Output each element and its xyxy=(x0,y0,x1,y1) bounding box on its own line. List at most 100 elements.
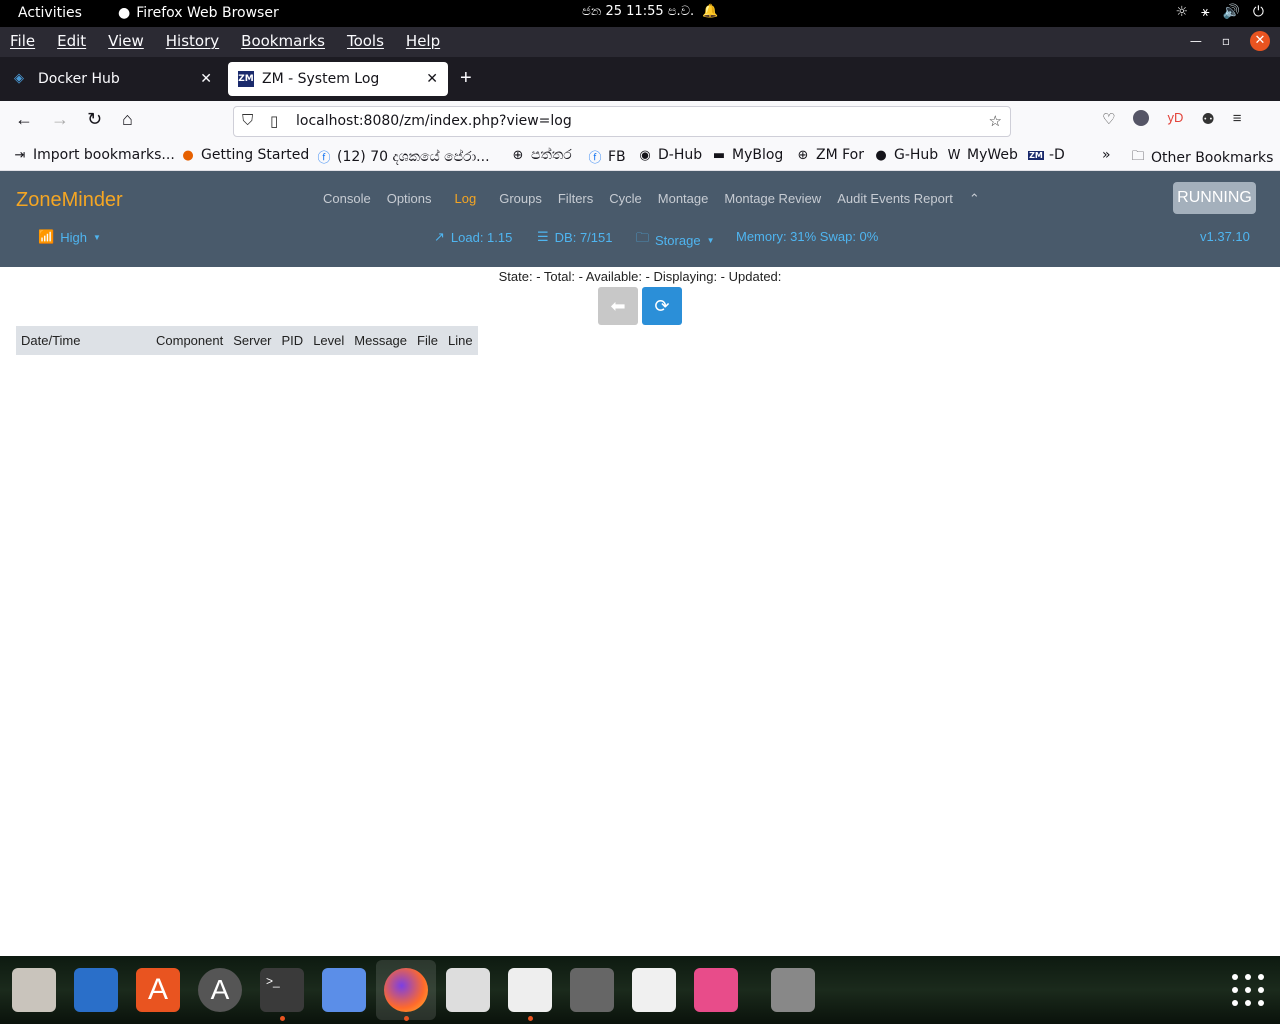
star-icon[interactable]: ☆ xyxy=(989,112,1002,130)
refresh-button[interactable]: ⟳ xyxy=(642,287,682,325)
url-text[interactable]: localhost:8080/zm/index.php?view=log xyxy=(296,113,572,129)
run-state-button[interactable]: RUNNING xyxy=(1173,182,1256,214)
software-updater-icon[interactable]: A xyxy=(198,968,242,1012)
bookmark-import[interactable]: ⇥ Import bookmarks... xyxy=(12,147,175,163)
document-scanner-icon[interactable] xyxy=(632,968,676,1012)
text-editor-icon[interactable] xyxy=(508,968,552,1012)
log-table: Date/Time Component Server PID Level Mes… xyxy=(16,326,478,355)
files-icon[interactable] xyxy=(12,968,56,1012)
bookmark-zm-for[interactable]: ⊕ ZM For xyxy=(795,147,864,163)
trash-icon[interactable] xyxy=(771,968,815,1012)
bookmark-fb[interactable]: ⓕ FB xyxy=(587,147,625,167)
new-tab-icon[interactable]: + xyxy=(460,67,472,90)
bookmark-g-hub[interactable]: ● G-Hub xyxy=(873,147,938,163)
nav-console[interactable]: Console xyxy=(323,191,371,207)
system-tray[interactable]: ☼ ⚹ 🔊 ⏻ xyxy=(1176,4,1264,20)
version-link[interactable]: v1.37.10 xyxy=(1200,229,1250,244)
storage-dropdown[interactable]: 🗀 Storage ▼ xyxy=(636,229,714,251)
bookmark-other[interactable]: 🗀 Other Bookmarks xyxy=(1130,147,1273,169)
writer-icon[interactable] xyxy=(74,968,118,1012)
chevron-up-icon[interactable]: ⌃ xyxy=(969,191,980,207)
network-icon: ⚹ xyxy=(1201,4,1210,20)
activities-button[interactable]: Activities xyxy=(18,5,82,21)
forward-icon[interactable]: → xyxy=(51,109,69,130)
bandwidth-dropdown[interactable]: 📶 High ▼ xyxy=(38,229,101,245)
nav-log[interactable]: Log xyxy=(455,191,477,207)
tab-close-icon[interactable]: ✕ xyxy=(426,71,438,87)
running-indicator xyxy=(280,1016,285,1021)
column-header-file[interactable]: File xyxy=(412,326,443,355)
screenshot-icon[interactable] xyxy=(322,968,366,1012)
page-icon[interactable]: ▯ xyxy=(270,112,278,130)
table-header-row: Date/Time Component Server PID Level Mes… xyxy=(16,326,478,355)
column-header-datetime[interactable]: Date/Time xyxy=(16,326,151,355)
bookmark-myblog[interactable]: ▬ MyBlog xyxy=(711,147,783,163)
menu-file[interactable]: File xyxy=(10,32,35,50)
tab-label: ZM - System Log xyxy=(262,71,380,87)
gimp-icon[interactable] xyxy=(570,968,614,1012)
menu-view[interactable]: View xyxy=(108,32,144,50)
app-menu[interactable]: ● Firefox Web Browser xyxy=(118,5,279,21)
software-center-icon[interactable]: A xyxy=(136,968,180,1012)
dock: A A >_ xyxy=(0,956,1280,1024)
menu-edit[interactable]: Edit xyxy=(57,32,86,50)
bookmark-myweb[interactable]: W MyWeb xyxy=(946,147,1018,163)
column-header-level[interactable]: Level xyxy=(308,326,350,355)
bookmark-zm-d[interactable]: ZM -D xyxy=(1028,147,1065,163)
db-stat: ☰ DB: 7/151 xyxy=(537,229,613,245)
menu-tools[interactable]: Tools xyxy=(347,32,384,50)
nav-audit-events-report[interactable]: Audit Events Report xyxy=(837,191,953,207)
show-apps-icon[interactable] xyxy=(1232,974,1264,1006)
brightness-icon: ☼ xyxy=(1175,4,1189,20)
tab-docker-hub[interactable]: ◈ Docker Hub ✕ xyxy=(4,62,222,96)
minimize-icon[interactable]: — xyxy=(1190,34,1202,48)
arrow-left-icon: ⬅ xyxy=(610,296,626,316)
volume-icon: 🔊 xyxy=(1222,4,1240,20)
docker-icon: ◈ xyxy=(14,71,24,86)
docker-icon: ◉ xyxy=(639,147,651,163)
reload-icon[interactable]: ↻ xyxy=(87,109,102,130)
bookmark-facebook-video[interactable]: ⓕ (12) 70 දශකයේ පේරා... xyxy=(316,147,489,167)
home-icon[interactable]: ⌂ xyxy=(122,109,133,130)
menu-history[interactable]: History xyxy=(166,32,219,50)
url-bar[interactable]: ⛉ ▯ localhost:8080/zm/index.php?view=log… xyxy=(233,106,1011,137)
firefox-icon[interactable] xyxy=(384,968,428,1012)
extension-label[interactable]: yD xyxy=(1167,110,1183,128)
column-header-pid[interactable]: PID xyxy=(276,326,309,355)
nav-options[interactable]: Options xyxy=(387,191,432,207)
tab-close-icon[interactable]: ✕ xyxy=(200,71,212,87)
usb-creator-icon[interactable] xyxy=(694,968,738,1012)
bookmark-paththara[interactable]: ⊕ පත්තර xyxy=(510,147,572,163)
memory-stat: Memory: 31% Swap: 0% xyxy=(736,229,879,244)
hamburger-menu-icon[interactable]: ≡ xyxy=(1233,110,1242,128)
facebook-icon: ⓕ xyxy=(588,151,602,166)
bookmark-getting-started[interactable]: ● Getting Started xyxy=(180,147,309,163)
extensions-icon[interactable]: ⚉ xyxy=(1201,110,1214,128)
nav-montage[interactable]: Montage xyxy=(658,191,709,207)
column-header-line[interactable]: Line xyxy=(442,326,478,355)
terminal-icon[interactable]: >_ xyxy=(260,968,304,1012)
nav-filters[interactable]: Filters xyxy=(558,191,593,207)
nav-cycle[interactable]: Cycle xyxy=(609,191,642,207)
zm-brand[interactable]: ZoneMinder xyxy=(16,189,123,212)
bookmark-d-hub[interactable]: ◉ D-Hub xyxy=(637,147,702,163)
pocket-icon[interactable]: ♡ xyxy=(1102,110,1115,128)
account-avatar-icon[interactable] xyxy=(1133,110,1150,126)
restore-icon[interactable]: ▫ xyxy=(1222,34,1230,48)
tab-zm-system-log[interactable]: ZM ZM - System Log ✕ xyxy=(228,62,448,96)
chevron-more-icon[interactable]: » xyxy=(1102,147,1111,163)
back-button[interactable]: ⬅ xyxy=(598,287,638,325)
nav-montage-review[interactable]: Montage Review xyxy=(724,191,821,207)
menu-bookmarks[interactable]: Bookmarks xyxy=(241,32,325,50)
clock[interactable]: ජන 25 11:55 ප.ව. 🔔 xyxy=(582,4,718,19)
close-window-icon[interactable]: ✕ xyxy=(1250,31,1270,51)
menu-help[interactable]: Help xyxy=(406,32,440,50)
column-header-message[interactable]: Message xyxy=(349,326,413,355)
column-header-component[interactable]: Component xyxy=(151,326,229,355)
shield-icon[interactable]: ⛉ xyxy=(242,112,253,129)
database-icon: ☰ xyxy=(537,229,549,244)
back-icon[interactable]: ← xyxy=(15,109,33,130)
nav-groups[interactable]: Groups xyxy=(499,191,542,207)
column-header-server[interactable]: Server xyxy=(228,326,277,355)
document-viewer-icon[interactable] xyxy=(446,968,490,1012)
